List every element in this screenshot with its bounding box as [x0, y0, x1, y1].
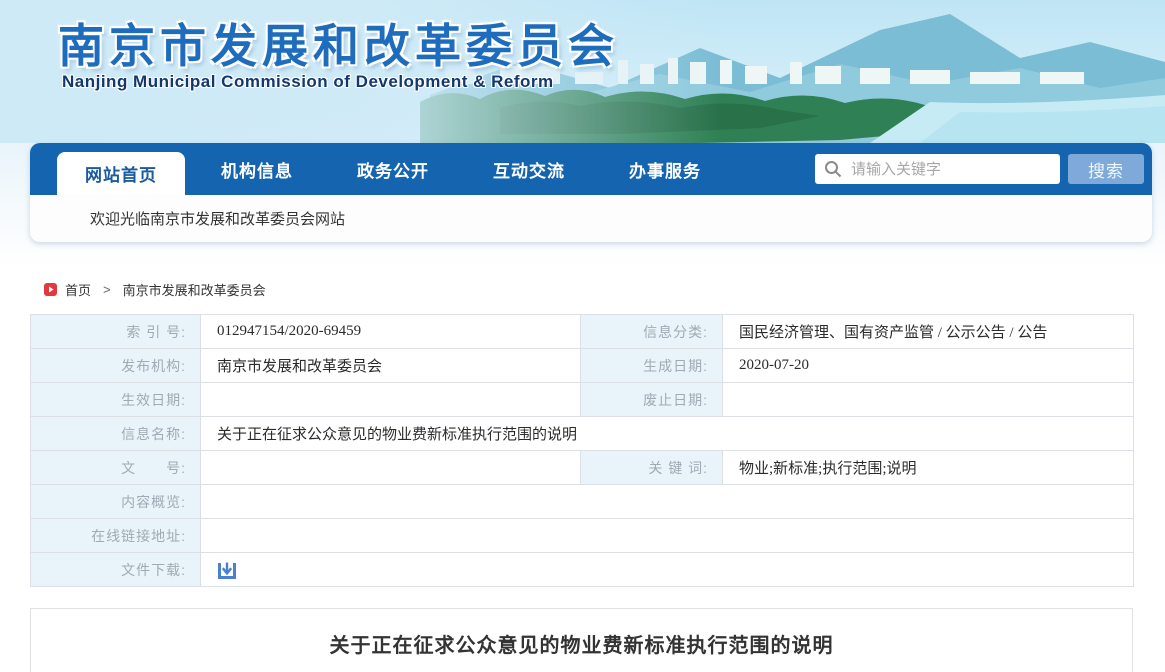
nav-tab-org-info[interactable]: 机构信息: [193, 143, 321, 195]
breadcrumb-home-link[interactable]: 首页: [65, 280, 91, 299]
nav-tab-home[interactable]: 网站首页: [57, 152, 185, 195]
table-row: 在线链接地址:: [30, 518, 1134, 553]
effective-date-label: 生效日期:: [30, 382, 201, 417]
table-row: 信息名称: 关于正在征求公众意见的物业费新标准执行范围的说明: [30, 416, 1134, 451]
created-date-label: 生成日期:: [580, 348, 723, 383]
table-row: 发布机构: 南京市发展和改革委员会 生成日期: 2020-07-20: [30, 348, 1134, 383]
welcome-bar: 欢迎光临南京市发展和改革委员会网站: [30, 195, 1152, 242]
nav-card: 网站首页 机构信息 政务公开 互动交流 办事服务 搜索 欢迎光临南京市发展和改革…: [30, 143, 1152, 242]
repeal-date-value: [722, 382, 1134, 417]
keywords-value: 物业;新标准;执行范围;说明: [722, 450, 1134, 485]
keywords-label: 关 键 词:: [580, 450, 723, 485]
main-navigation: 网站首页 机构信息 政务公开 互动交流 办事服务 搜索: [30, 143, 1152, 195]
breadcrumb-current: 南京市发展和改革委员会: [122, 283, 266, 298]
article-title: 关于正在征求公众意见的物业费新标准执行范围的说明: [329, 635, 834, 657]
overview-label: 内容概览:: [30, 484, 201, 519]
doc-number-label: 文 号:: [30, 450, 201, 485]
nav-tab-gov-affairs[interactable]: 政务公开: [329, 143, 457, 195]
overview-value: [200, 484, 1134, 519]
nav-tab-services[interactable]: 办事服务: [601, 143, 729, 195]
page: 南京市发展和改革委员会 Nanjing Municipal Commission…: [0, 0, 1165, 672]
table-row: 文 号: 关 键 词: 物业;新标准;执行范围;说明: [30, 450, 1134, 485]
publisher-label: 发布机构:: [30, 348, 201, 383]
doc-number-value: [200, 450, 581, 485]
table-row: 文件下载:: [30, 552, 1134, 587]
breadcrumb-play-icon: [44, 283, 57, 296]
online-link-value: [200, 518, 1134, 553]
site-subtitle-en: Nanjing Municipal Commission of Developm…: [62, 72, 554, 91]
info-category-label: 信息分类:: [580, 314, 723, 349]
info-name-label: 信息名称:: [30, 416, 201, 451]
document-meta-table: 索 引 号: 012947154/2020-69459 信息分类: 国民经济管理…: [30, 314, 1134, 587]
index-number-label: 索 引 号:: [30, 314, 201, 349]
nav-tab-interaction[interactable]: 互动交流: [465, 143, 593, 195]
download-icon[interactable]: [217, 561, 237, 580]
table-row: 内容概览:: [30, 484, 1134, 519]
search-button[interactable]: 搜索: [1068, 154, 1144, 184]
breadcrumb-separator: >: [103, 282, 111, 297]
info-name-value: 关于正在征求公众意见的物业费新标准执行范围的说明: [200, 416, 1134, 451]
welcome-text: 欢迎光临南京市发展和改革委员会网站: [90, 211, 346, 228]
effective-date-value: [200, 382, 581, 417]
site-title: 南京市发展和改革委员会: [58, 20, 619, 72]
created-date-value: 2020-07-20: [722, 348, 1134, 383]
index-number-value: 012947154/2020-69459: [200, 314, 581, 349]
article-content-box: 关于正在征求公众意见的物业费新标准执行范围的说明: [30, 608, 1133, 672]
publisher-value: 南京市发展和改革委员会: [200, 348, 581, 383]
search-input[interactable]: [815, 154, 1060, 184]
info-category-value: 国民经济管理、国有资产监管 / 公示公告 / 公告: [722, 314, 1134, 349]
online-link-label: 在线链接地址:: [30, 518, 201, 553]
table-row: 生效日期: 废止日期:: [30, 382, 1134, 417]
header-banner: 南京市发展和改革委员会 Nanjing Municipal Commission…: [0, 0, 1165, 143]
repeal-date-label: 废止日期:: [580, 382, 723, 417]
table-row: 索 引 号: 012947154/2020-69459 信息分类: 国民经济管理…: [30, 314, 1134, 349]
file-download-label: 文件下载:: [30, 552, 201, 587]
file-download-cell: [200, 552, 1134, 587]
breadcrumb: 首页 > 南京市发展和改革委员会: [44, 280, 266, 299]
